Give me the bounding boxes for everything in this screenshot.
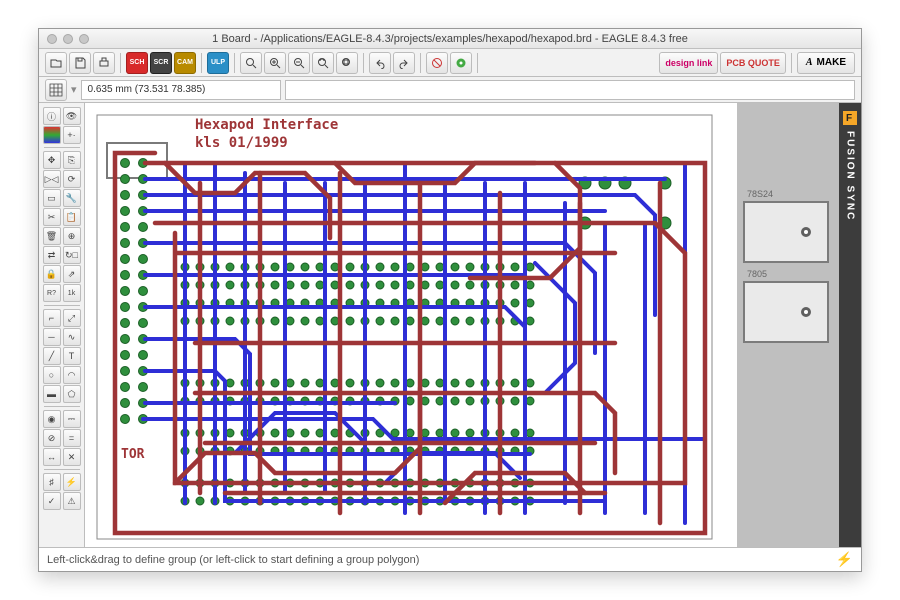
component-label: 78S24 bbox=[747, 189, 773, 199]
group-tool[interactable]: ▭ bbox=[43, 189, 61, 207]
component-regulator-1[interactable]: 78S24 bbox=[743, 201, 829, 263]
save-button[interactable] bbox=[69, 52, 91, 74]
replace-tool[interactable]: ↻□ bbox=[63, 246, 81, 264]
zoom-out-button[interactable] bbox=[288, 52, 310, 74]
cam-button[interactable]: CAM bbox=[174, 52, 196, 74]
lock-tool[interactable]: 🔒 bbox=[43, 265, 61, 283]
command-input[interactable] bbox=[285, 80, 855, 100]
attribute-tool[interactable]: = bbox=[63, 429, 81, 447]
open-button[interactable] bbox=[45, 52, 67, 74]
change-tool[interactable]: 🔧 bbox=[63, 189, 81, 207]
design-link-button[interactable]: design link bbox=[659, 52, 718, 74]
go-button[interactable] bbox=[450, 52, 472, 74]
paste-tool[interactable]: 📋 bbox=[63, 208, 81, 226]
pcb-layout bbox=[85, 103, 737, 547]
layers-tool[interactable] bbox=[43, 126, 61, 144]
app-window: 1 Board - /Applications/EAGLE-8.4.3/proj… bbox=[38, 28, 862, 572]
redo-button[interactable] bbox=[393, 52, 415, 74]
pinswap-tool[interactable]: ⇄ bbox=[43, 246, 61, 264]
grid-button[interactable] bbox=[45, 79, 67, 101]
off-board-area: 78S24 7805 F FUSION SYNC bbox=[737, 103, 861, 547]
fusion-sync-panel[interactable]: F FUSION SYNC bbox=[839, 103, 861, 547]
main-toolbar: SCH SCR CAM ULP design link PCB QUOTE A … bbox=[39, 49, 861, 77]
rotate-tool[interactable]: ⟳ bbox=[63, 170, 81, 188]
pcb-quote-button[interactable]: PCB QUOTE bbox=[720, 52, 786, 74]
undo-button[interactable] bbox=[369, 52, 391, 74]
silkscreen-ref-tor: TOR bbox=[121, 447, 144, 462]
status-bar: Left-click&drag to define group (or left… bbox=[39, 547, 861, 571]
script-button[interactable]: SCR bbox=[150, 52, 172, 74]
close-window-button[interactable] bbox=[47, 34, 57, 44]
name-tool[interactable]: R? bbox=[43, 284, 61, 302]
window-title: 1 Board - /Applications/EAGLE-8.4.3/proj… bbox=[39, 33, 861, 45]
component-label: 7805 bbox=[747, 269, 767, 279]
print-button[interactable] bbox=[93, 52, 115, 74]
info-tool[interactable]: ⓘ bbox=[43, 107, 61, 125]
route-tool[interactable]: ─ bbox=[43, 328, 61, 346]
smash-tool[interactable]: ⇗ bbox=[63, 265, 81, 283]
errors-tool[interactable]: ⚠ bbox=[63, 492, 81, 510]
tool-palette: ⓘ👁 +· ✥⎘ ▷◁⟳ ▭🔧 ✂📋 🗑⊕ ⇄↻□ 🔒⇗ R?1k ⌐⤢ ─∿ … bbox=[39, 103, 85, 547]
mark-tool[interactable]: +· bbox=[63, 126, 81, 144]
value-tool[interactable]: 1k bbox=[63, 284, 81, 302]
silkscreen-author: kls 01/1999 bbox=[195, 135, 288, 151]
dimension-tool[interactable]: ↔ bbox=[43, 448, 61, 466]
fusion-sync-icon: F bbox=[843, 111, 857, 125]
zoom-select-button[interactable] bbox=[336, 52, 358, 74]
titlebar: 1 Board - /Applications/EAGLE-8.4.3/proj… bbox=[39, 29, 861, 49]
silkscreen-title: Hexapod Interface bbox=[195, 117, 338, 133]
cut-tool[interactable]: ✂ bbox=[43, 208, 61, 226]
signal-tool[interactable]: ⎓ bbox=[63, 410, 81, 428]
zoom-window-button[interactable] bbox=[79, 34, 89, 44]
show-tool[interactable]: 👁 bbox=[63, 107, 81, 125]
auto-tool[interactable]: ♯ bbox=[43, 473, 61, 491]
status-hint: Left-click&drag to define group (or left… bbox=[47, 554, 419, 566]
cancel-button[interactable] bbox=[426, 52, 448, 74]
coordinate-readout: 0.635 mm (73.531 78.385) bbox=[81, 80, 281, 100]
add-tool[interactable]: ⊕ bbox=[63, 227, 81, 245]
make-label: MAKE bbox=[817, 57, 846, 68]
zoom-fit-button[interactable] bbox=[240, 52, 262, 74]
mirror-tool[interactable]: ▷◁ bbox=[43, 170, 61, 188]
fusion-sync-label: FUSION SYNC bbox=[845, 131, 856, 221]
wire-tool[interactable]: ╱ bbox=[43, 347, 61, 365]
schematic-button[interactable]: SCH bbox=[126, 52, 148, 74]
arc-tool[interactable]: ◠ bbox=[63, 366, 81, 384]
circle-tool[interactable]: ○ bbox=[43, 366, 61, 384]
text-tool[interactable]: T bbox=[63, 347, 81, 365]
miter-tool[interactable]: ⌐ bbox=[43, 309, 61, 327]
minimize-window-button[interactable] bbox=[63, 34, 73, 44]
parameter-bar: ▾ 0.635 mm (73.531 78.385) bbox=[39, 77, 861, 103]
drc-tool[interactable]: ✓ bbox=[43, 492, 61, 510]
via-tool[interactable]: ◉ bbox=[43, 410, 61, 428]
board-canvas[interactable]: Hexapod Interface kls 01/1999 TOR bbox=[85, 103, 737, 547]
copy-tool[interactable]: ⎘ bbox=[63, 151, 81, 169]
ratsnest-tool[interactable]: ✕ bbox=[63, 448, 81, 466]
split-tool[interactable]: ⤢ bbox=[63, 309, 81, 327]
component-regulator-2[interactable]: 7805 bbox=[743, 281, 829, 343]
erc-tool[interactable]: ⚡ bbox=[63, 473, 81, 491]
rect-tool[interactable]: ▬ bbox=[43, 385, 61, 403]
delete-tool[interactable]: 🗑 bbox=[43, 227, 61, 245]
ulp-button[interactable]: ULP bbox=[207, 52, 229, 74]
polygon-tool[interactable]: ⬠ bbox=[63, 385, 81, 403]
ripup-tool[interactable]: ∿ bbox=[63, 328, 81, 346]
power-icon: ⚡ bbox=[836, 551, 853, 568]
move-tool[interactable]: ✥ bbox=[43, 151, 61, 169]
hole-tool[interactable]: ⊘ bbox=[43, 429, 61, 447]
autodesk-icon: A bbox=[806, 57, 813, 68]
zoom-redraw-button[interactable] bbox=[312, 52, 334, 74]
zoom-in-button[interactable] bbox=[264, 52, 286, 74]
make-button[interactable]: A MAKE bbox=[797, 52, 855, 74]
